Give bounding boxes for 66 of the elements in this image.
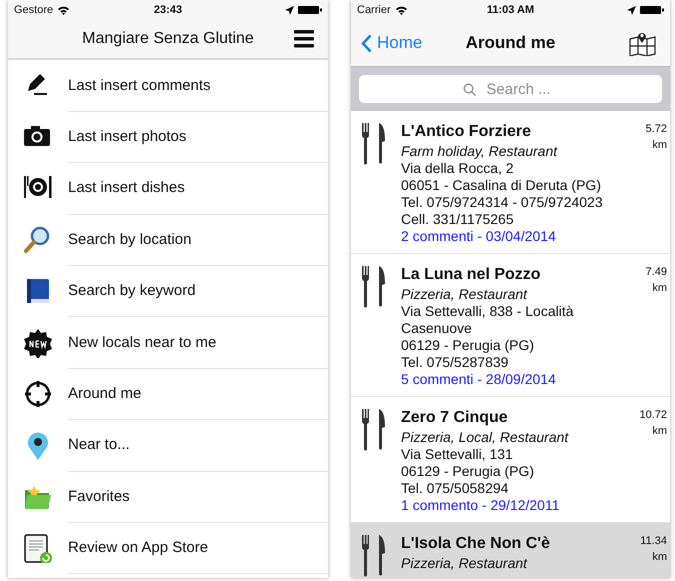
place-row[interactable]: L'Isola Che Non C'è Pizzeria, Restaurant 11.34 km: [351, 523, 670, 578]
menu-item[interactable]: Last insert dishes: [68, 162, 328, 215]
menu-item[interactable]: Around me: [68, 368, 328, 420]
distance-value: 5.72: [646, 122, 667, 137]
place-detail: Via Settevalli, 838 - Località Casenuove: [401, 303, 575, 337]
distance-unit: km: [652, 424, 667, 439]
chevron-icon: [361, 34, 372, 52]
carrier-name: Carrier: [357, 4, 391, 16]
place-detail: Cell. 331/1175265: [401, 211, 515, 228]
fork-knife-icon: [361, 123, 387, 165]
status-time: 11:03 AM: [486, 4, 534, 16]
comments-link[interactable]: 5 commenti - 28/09/2014: [401, 371, 623, 388]
menu-item[interactable]: Favorites: [68, 470, 328, 524]
distance-unit: km: [652, 138, 667, 153]
location-arrow-icon: [285, 6, 294, 14]
battery-icon: [640, 5, 664, 15]
place-detail: Via della Rocca, 2: [401, 160, 515, 177]
comments-link[interactable]: 2 commenti - 03/04/2014: [401, 228, 623, 245]
place-category: Pizzeria, Restaurant: [401, 555, 528, 572]
place-category: Pizzeria, Local, Restaurant: [401, 429, 570, 446]
menu-item[interactable]: Review on App Store: [68, 522, 328, 574]
place-name: L'Isola Che Non C'è: [401, 534, 551, 554]
document-icon: [22, 533, 54, 564]
place-detail: Tel. 075/5287839: [401, 354, 510, 371]
place-name: Zero 7 Cinque: [401, 408, 509, 428]
distance-unit: km: [652, 550, 667, 565]
place-category: Pizzeria, Restaurant: [401, 286, 528, 303]
place-detail: 06129 - Perugia (PG): [401, 463, 536, 480]
crosshair-icon: [22, 379, 54, 410]
fork-knife-icon: [361, 409, 387, 451]
fork-knife-icon: [361, 535, 387, 577]
place-category: Farm holiday, Restaurant: [401, 143, 558, 160]
place-row[interactable]: La Luna nel Pozzo Pizzeria, Restaurant Via Settevalli, 838 - Località Casenuove 06129 - Perugia (PG) Tel. 075/5287839 5 commenti - 28/09/2014 7.49 km: [351, 254, 670, 397]
status-time: 23:43: [154, 4, 182, 16]
wifi-icon: [57, 5, 70, 15]
menu-item[interactable]: Search by location: [68, 214, 328, 266]
distance-value: 10.72: [639, 408, 667, 423]
comments-link[interactable]: 1 commento - 29/12/2011: [401, 497, 623, 514]
place-detail: Via Settevalli, 131: [401, 446, 514, 463]
carrier-name: Gestore: [14, 4, 54, 16]
place-detail: Tel. 075/5058294: [401, 480, 510, 497]
screen-title: Around me: [466, 33, 556, 53]
menu-item[interactable]: Last insert comments: [68, 60, 328, 112]
place-name: L'Antico Forziere: [401, 122, 532, 142]
screen-title: Mangiare Senza Glutine: [82, 30, 254, 48]
new-badge-icon: [22, 328, 54, 358]
place-detail: 06051 - Casalina di Deruta (PG): [401, 177, 602, 194]
wifi-icon: [394, 5, 408, 15]
map-pin-icon[interactable]: [629, 30, 656, 56]
menu-icon[interactable]: [294, 30, 314, 48]
menu-item[interactable]: Search by keyword: [68, 265, 328, 318]
location-arrow-icon: [627, 6, 636, 14]
search-field[interactable]: Search ...: [359, 75, 662, 103]
menu-item[interactable]: New locals near to me: [68, 316, 328, 369]
menu-item[interactable]: Last insert photos: [68, 110, 328, 164]
battery-icon: [298, 5, 322, 15]
place-row[interactable]: L'Antico Forziere Farm holiday, Restaurant Via della Rocca, 2 06051 - Casalina di Deruta (PG) Tel. 075/9724314 - 075/9724023 Cell. 331/1175265 2 commenti - 03/04/2014 5.72 km: [351, 111, 670, 254]
back-button[interactable]: Home: [361, 33, 422, 53]
distance-value: 11.34: [640, 534, 667, 549]
fork-knife-icon: [361, 266, 387, 308]
distance-value: 7.49: [646, 265, 667, 280]
place-name: La Luna nel Pozzo: [401, 265, 542, 285]
place-detail: 06129 - Perugia (PG): [401, 337, 536, 354]
menu-item[interactable]: Near to...: [68, 419, 328, 472]
distance-unit: km: [652, 281, 667, 296]
place-detail: Tel. 075/9724314 - 075/9724023: [401, 194, 604, 211]
